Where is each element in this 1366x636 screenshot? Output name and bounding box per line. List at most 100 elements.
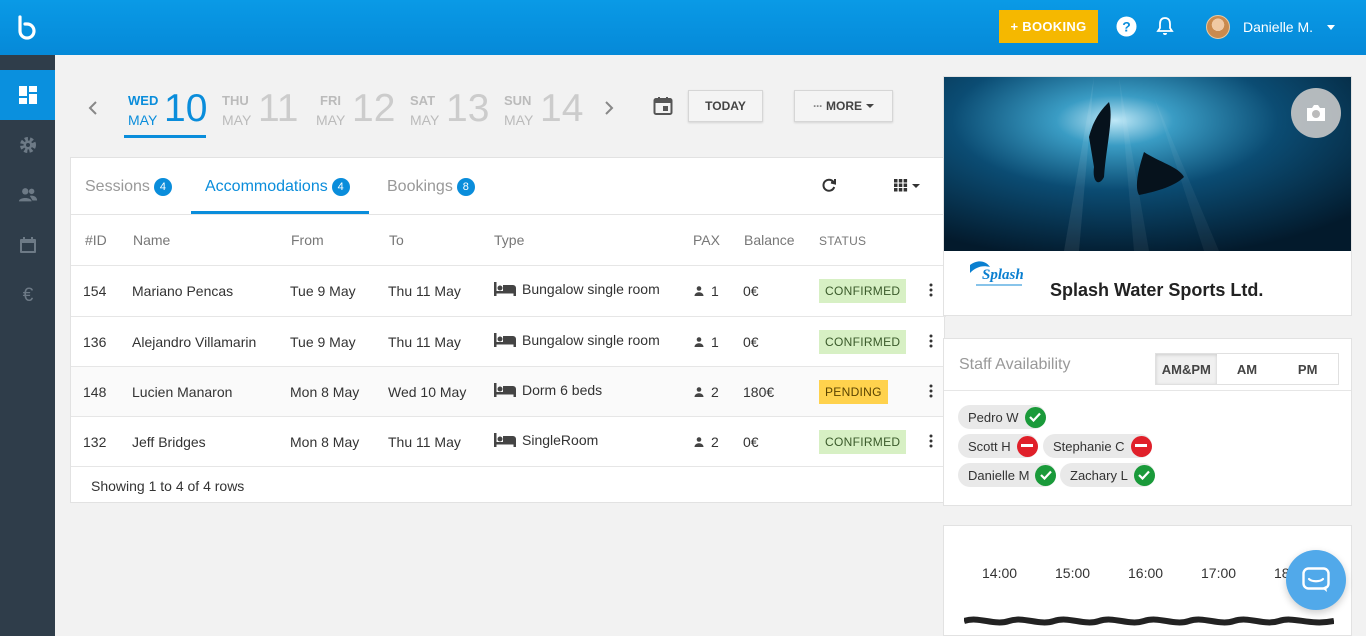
type-label: SingleRoom	[522, 432, 599, 448]
company-logo: Splash	[970, 261, 1024, 286]
pagination-info: Showing 1 to 4 of 4 rows	[91, 478, 245, 494]
change-photo-button[interactable]	[1291, 88, 1341, 138]
filter-am[interactable]: AM	[1217, 354, 1278, 384]
bed-icon	[494, 433, 516, 447]
chevron-down-icon[interactable]	[1327, 25, 1335, 30]
row-menu-icon[interactable]	[929, 333, 933, 349]
help-icon[interactable]: ?	[1116, 16, 1137, 37]
camera-icon	[1307, 105, 1325, 121]
cell-id: 132	[83, 434, 107, 450]
date-sat-13[interactable]: SAT MAY 13	[410, 87, 490, 139]
column-header-id[interactable]: #ID	[85, 232, 107, 248]
staff-title: Staff Availability	[959, 356, 1071, 373]
status-badge: CONFIRMED	[819, 430, 907, 454]
column-header-status[interactable]: STATUS	[819, 234, 866, 248]
person-icon	[694, 387, 704, 397]
avatar[interactable]	[1206, 15, 1230, 39]
bell-icon[interactable]	[1156, 16, 1174, 36]
cell-to: Wed 10 May	[388, 384, 467, 400]
today-button[interactable]: TODAY	[688, 90, 763, 122]
bed-icon	[494, 383, 516, 397]
day-number: 11	[258, 87, 299, 130]
column-header-from[interactable]: From	[291, 232, 324, 248]
sidebar-item-users[interactable]	[0, 170, 55, 220]
staff-chip[interactable]: Zachary L	[1060, 463, 1155, 487]
dashboard-icon	[18, 86, 37, 104]
sidebar-item-dashboard[interactable]	[0, 70, 55, 120]
row-menu-icon[interactable]	[929, 383, 933, 399]
row-menu-icon[interactable]	[929, 282, 933, 298]
more-button[interactable]: ··· MORE	[794, 90, 893, 122]
cell-balance: 0€	[743, 283, 759, 299]
date-thu-11[interactable]: THU MAY 11	[222, 87, 302, 139]
column-header-to[interactable]: To	[389, 232, 404, 248]
filter-am-pm[interactable]: AM&PM	[1156, 354, 1217, 384]
chat-button[interactable]	[1286, 550, 1346, 610]
person-icon	[694, 286, 704, 296]
row-menu-icon[interactable]	[929, 433, 933, 449]
chevron-left-icon[interactable]	[87, 100, 99, 116]
staff-chip[interactable]: Stephanie C	[1043, 434, 1152, 458]
date-sun-14[interactable]: SUN MAY 14	[504, 87, 584, 139]
check-icon	[1035, 464, 1057, 486]
sidebar-item-finance[interactable]: €	[0, 270, 55, 320]
staff-chip[interactable]: Danielle M	[958, 463, 1057, 487]
cell-id: 154	[83, 283, 107, 299]
tab-sessions[interactable]: Sessions 4	[85, 178, 172, 196]
timeline-hour: 16:00	[1128, 565, 1164, 581]
tab-accommodations[interactable]: Accommodations 4	[205, 178, 350, 196]
column-header-pax[interactable]: PAX	[693, 232, 720, 248]
tab-label: Bookings	[387, 178, 453, 195]
table-row[interactable]: 136 Alejandro Villamarin Tue 9 May Thu 1…	[71, 317, 946, 367]
staff-name: Zachary L	[1070, 467, 1128, 483]
cell-type: Bungalow single room	[494, 332, 660, 348]
cell-balance: 180€	[743, 384, 775, 400]
add-booking-button[interactable]: + BOOKING	[999, 10, 1098, 43]
cell-from: Tue 9 May	[290, 334, 356, 350]
cell-from: Mon 8 May	[290, 434, 360, 450]
person-icon	[694, 337, 704, 347]
tab-bookings[interactable]: Bookings 8	[387, 178, 475, 196]
cell-pax: 2	[694, 434, 719, 450]
month: MAY	[316, 112, 346, 128]
logo-icon[interactable]	[14, 15, 40, 41]
tab-label: Sessions	[85, 178, 150, 195]
chevron-right-icon[interactable]	[603, 100, 615, 116]
column-header-name[interactable]: Name	[133, 232, 170, 248]
staff-name: Scott H	[968, 438, 1011, 454]
bed-icon	[494, 333, 516, 347]
unavailable-icon	[1130, 435, 1152, 457]
columns-icon[interactable]	[894, 178, 922, 192]
table-row[interactable]: 132 Jeff Bridges Mon 8 May Thu 11 May Si…	[71, 417, 946, 467]
timeline-hour: 15:00	[1055, 565, 1091, 581]
svg-text:€: €	[22, 285, 33, 305]
date-wed-10[interactable]: WED MAY 10	[128, 87, 208, 139]
column-header-balance[interactable]: Balance	[744, 232, 795, 248]
staff-name: Stephanie C	[1053, 438, 1125, 454]
staff-chip[interactable]: Scott H	[958, 434, 1038, 458]
user-name[interactable]: Danielle M.	[1243, 19, 1313, 35]
refresh-icon[interactable]	[821, 177, 837, 193]
timeline-hour: 17:00	[1201, 565, 1237, 581]
day-number: 10	[164, 87, 208, 130]
table-row[interactable]: 148 Lucien Manaron Mon 8 May Wed 10 May …	[71, 367, 946, 417]
calendar-picker-icon[interactable]	[653, 96, 673, 116]
cell-name: Mariano Pencas	[132, 283, 234, 299]
column-header-type[interactable]: Type	[494, 232, 524, 248]
check-icon	[1024, 406, 1046, 428]
status-badge: CONFIRMED	[819, 279, 907, 303]
table-row[interactable]: 154 Mariano Pencas Tue 9 May Thu 11 May …	[71, 266, 946, 316]
company-name: Splash Water Sports Ltd.	[1050, 280, 1264, 300]
sidebar-item-calendar[interactable]	[0, 220, 55, 270]
timeline-hour: 14:00	[982, 565, 1018, 581]
filter-pm[interactable]: PM	[1277, 354, 1338, 384]
cell-pax: 1	[694, 334, 719, 350]
svg-text:?: ?	[1122, 19, 1131, 35]
divider	[71, 466, 946, 467]
date-fri-12[interactable]: FRI MAY 12	[316, 87, 396, 139]
staff-chip[interactable]: Pedro W	[958, 405, 1046, 429]
more-label: MORE	[826, 99, 862, 113]
staff-name: Danielle M	[968, 467, 1030, 483]
dots-icon: ···	[813, 99, 823, 113]
sidebar-item-settings[interactable]	[0, 120, 55, 170]
